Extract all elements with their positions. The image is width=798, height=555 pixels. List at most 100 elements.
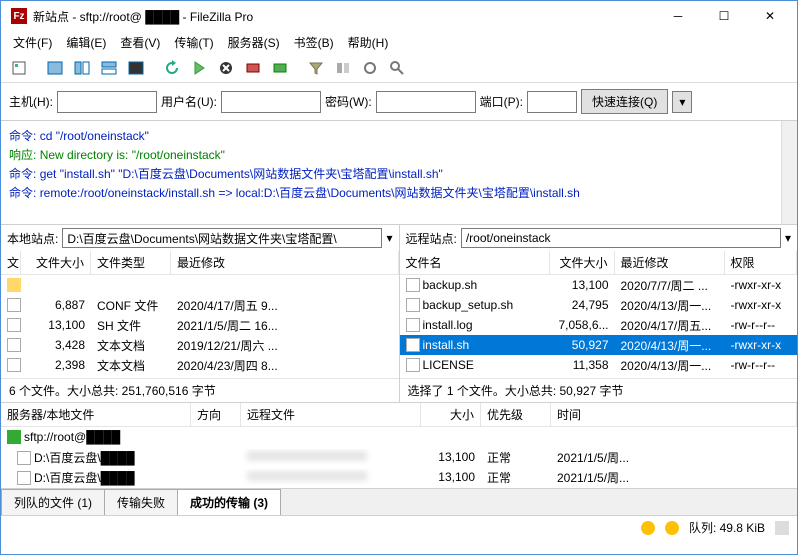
col-local-size[interactable]: 文件大小: [21, 251, 91, 274]
tab-queued[interactable]: 列队的文件 (1): [1, 489, 105, 515]
file-icon: [7, 318, 21, 332]
host-label: 主机(H):: [9, 93, 53, 110]
file-icon: [406, 278, 420, 292]
menu-server[interactable]: 服务器(S): [224, 33, 284, 52]
table-row[interactable]: sftp://root@████: [1, 427, 797, 447]
list-item[interactable]: 6,887CONF 文件2020/4/17/周五 9...: [1, 295, 399, 315]
col-xfer-prio[interactable]: 优先级: [481, 403, 551, 426]
app-icon: Fz: [11, 8, 27, 24]
pass-label: 密码(W):: [325, 93, 372, 110]
local-file-list[interactable]: 6,887CONF 文件2020/4/17/周五 9... 13,100SH 文…: [1, 275, 399, 375]
local-pane: 本地站点: ▾ 文 文件大小 文件类型 最近修改 6,887CONF 文件202…: [1, 225, 400, 402]
port-input[interactable]: [527, 91, 577, 113]
col-remote-size[interactable]: 文件大小: [550, 251, 615, 274]
transfer-pane: 服务器/本地文件 方向 远程文件 大小 优先级 时间 sftp://root@█…: [1, 403, 797, 489]
col-remote-name[interactable]: 文件名: [400, 251, 550, 274]
remote-path-dropdown[interactable]: ▾: [785, 231, 791, 245]
user-input[interactable]: [221, 91, 321, 113]
col-xfer-time[interactable]: 时间: [551, 403, 797, 426]
menu-help[interactable]: 帮助(H): [344, 33, 393, 52]
col-local-type[interactable]: 文件类型: [91, 251, 171, 274]
file-icon: [406, 298, 420, 312]
remote-file-list[interactable]: backup.sh13,1002020/7/7/周二 ...-rwxr-xr-x…: [400, 275, 798, 375]
remote-pane: 远程站点: ▾ 文件名 文件大小 最近修改 权限 backup.sh13,100…: [400, 225, 798, 402]
sitemanager-button[interactable]: [7, 56, 31, 80]
file-panes: 本地站点: ▾ 文 文件大小 文件类型 最近修改 6,887CONF 文件202…: [1, 225, 797, 403]
maximize-button[interactable]: ☐: [701, 1, 747, 31]
log-scrollbar[interactable]: [781, 121, 797, 224]
file-icon: [406, 338, 420, 352]
toggle-queue-button[interactable]: [124, 56, 148, 80]
quickconnect-button[interactable]: 快速连接(Q): [581, 89, 668, 114]
list-item[interactable]: [1, 275, 399, 295]
statusbar: 队列: 49.8 KiB: [1, 515, 797, 539]
menu-edit[interactable]: 编辑(E): [62, 33, 110, 52]
remote-path-input[interactable]: [461, 228, 781, 248]
toggle-remotetree-button[interactable]: [97, 56, 121, 80]
local-path-dropdown[interactable]: ▾: [386, 231, 392, 245]
local-status: 6 个文件。大小总共: 251,760,516 字节: [1, 378, 399, 402]
list-item[interactable]: backup_setup.sh24,7952020/4/13/周一...-rwx…: [400, 295, 798, 315]
list-item[interactable]: install.sh50,9272020/4/13/周一...-rwxr-xr-…: [400, 335, 798, 355]
quickconnect-dropdown[interactable]: ▾: [672, 91, 692, 113]
quickconnect-bar: 主机(H): 用户名(U): 密码(W): 端口(P): 快速连接(Q) ▾: [1, 83, 797, 121]
status-indicator-2: [665, 521, 679, 535]
menu-bookmarks[interactable]: 书签(B): [290, 33, 338, 52]
col-local-mod[interactable]: 最近修改: [171, 251, 399, 274]
compare-button[interactable]: [331, 56, 355, 80]
col-remote-mod[interactable]: 最近修改: [615, 251, 725, 274]
list-item[interactable]: 2,398文本文档2020/4/23/周四 8...: [1, 355, 399, 375]
server-icon: [7, 430, 21, 444]
col-xfer-size[interactable]: 大小: [421, 403, 481, 426]
list-item[interactable]: backup.sh13,1002020/7/7/周二 ...-rwxr-xr-x: [400, 275, 798, 295]
file-icon: [406, 318, 420, 332]
refresh-button[interactable]: [160, 56, 184, 80]
table-row[interactable]: D:\百度云盘\████13,100正常2021/1/5/周...: [1, 467, 797, 487]
local-path-input[interactable]: [62, 228, 382, 248]
col-xfer-file[interactable]: 服务器/本地文件: [1, 403, 191, 426]
reconnect-button[interactable]: [268, 56, 292, 80]
close-button[interactable]: ✕: [747, 1, 793, 31]
minimize-button[interactable]: ─: [655, 1, 701, 31]
file-icon: [17, 471, 31, 485]
local-path-label: 本地站点:: [7, 230, 58, 247]
col-xfer-remote[interactable]: 远程文件: [241, 403, 421, 426]
sync-browse-button[interactable]: [358, 56, 382, 80]
folder-icon: [7, 278, 21, 292]
port-label: 端口(P):: [480, 93, 523, 110]
menu-file[interactable]: 文件(F): [9, 33, 56, 52]
col-xfer-dir[interactable]: 方向: [191, 403, 241, 426]
col-remote-perm[interactable]: 权限: [725, 251, 798, 274]
tab-success[interactable]: 成功的传输 (3): [177, 489, 281, 515]
search-button[interactable]: [385, 56, 409, 80]
list-item[interactable]: install.log7,058,6...2020/4/17/周五...-rw-…: [400, 315, 798, 335]
queue-size: 队列: 49.8 KiB: [689, 519, 765, 536]
file-icon: [406, 358, 420, 372]
toggle-localtree-button[interactable]: [70, 56, 94, 80]
table-row[interactable]: D:\百度云盘\████13,100正常2021/1/5/周...: [1, 447, 797, 467]
pass-input[interactable]: [376, 91, 476, 113]
cancel-button[interactable]: [214, 56, 238, 80]
user-label: 用户名(U):: [161, 93, 217, 110]
col-local-name[interactable]: 文: [1, 251, 21, 274]
host-input[interactable]: [57, 91, 157, 113]
titlebar: Fz 新站点 - sftp://root@ ████ - FileZilla P…: [1, 1, 797, 31]
toolbar: [1, 53, 797, 83]
toggle-log-button[interactable]: [43, 56, 67, 80]
window-title: 新站点 - sftp://root@ ████ - FileZilla Pro: [33, 8, 655, 25]
disconnect-button[interactable]: [241, 56, 265, 80]
status-indicator-1: [641, 521, 655, 535]
file-icon: [7, 298, 21, 312]
menu-transfer[interactable]: 传输(T): [170, 33, 217, 52]
file-icon: [7, 358, 21, 372]
message-log[interactable]: 命令: cd "/root/oneinstack" 响应: New direct…: [1, 121, 797, 225]
process-queue-button[interactable]: [187, 56, 211, 80]
filter-button[interactable]: [304, 56, 328, 80]
list-item[interactable]: 13,100SH 文件2021/1/5/周二 16...: [1, 315, 399, 335]
menu-view[interactable]: 查看(V): [116, 33, 164, 52]
tab-failed[interactable]: 传输失败: [104, 489, 178, 515]
list-item[interactable]: LICENSE11,3582020/4/13/周一...-rw-r--r--: [400, 355, 798, 375]
table-row[interactable]: D:\百度云盘\Documents/root/oneinstack/backup…: [1, 487, 797, 488]
transfer-list[interactable]: sftp://root@████ D:\百度云盘\████13,100正常202…: [1, 427, 797, 488]
list-item[interactable]: 3,428文本文档2019/12/21/周六 ...: [1, 335, 399, 355]
